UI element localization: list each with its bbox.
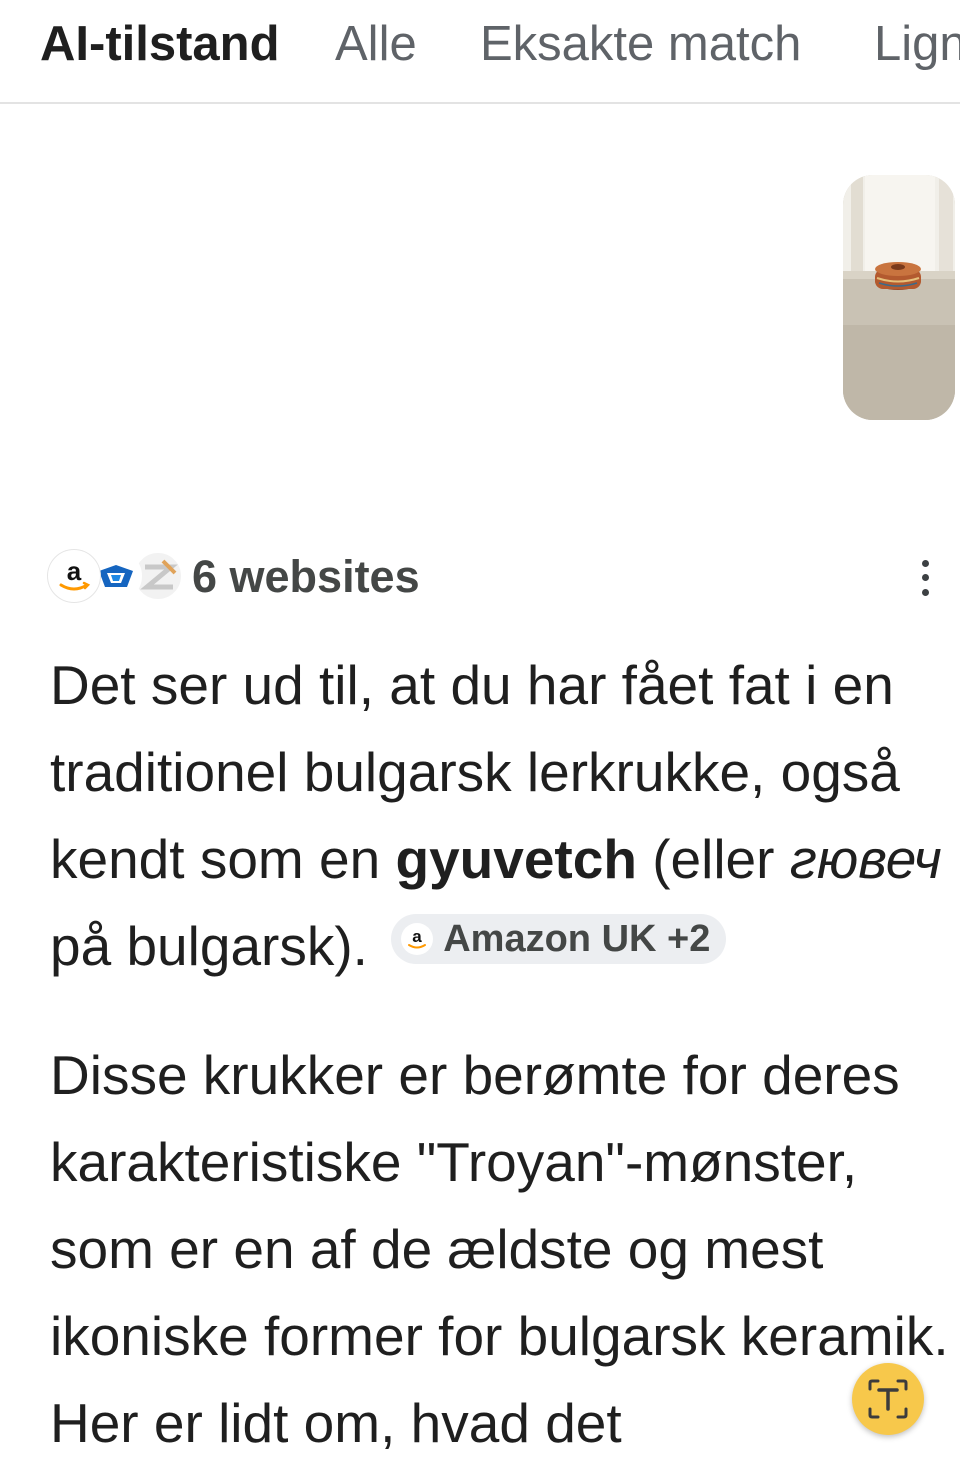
translate-button[interactable] [852,1363,924,1435]
citation-label: Amazon UK +2 [443,918,711,960]
tab-all[interactable]: Alle [335,14,417,74]
answer-paragraph-1: Det ser ud til, at du har fået fat i en … [50,642,955,990]
tab-ai-mode[interactable]: AI-tilstand [40,14,280,74]
amazon-icon: a [401,923,434,955]
tab-exact-match[interactable]: Eksakte match [480,14,801,74]
search-mode-tabs: AI-tilstand Alle Eksakte match Lign [0,0,960,104]
translate-icon [868,1379,908,1419]
sources-row[interactable]: a 6 websites [48,548,940,608]
tab-similar[interactable]: Lign [874,14,960,74]
amazon-icon: a [48,550,100,602]
sources-count: 6 websites [192,551,420,602]
svg-text:a: a [67,556,82,586]
citation-chip[interactable]: a Amazon UK +2 [391,914,727,964]
more-options-icon[interactable] [910,556,940,600]
page: AI-tilstand Alle Eksakte match Lign a 6 … [0,0,960,1469]
svg-text:a: a [413,927,423,946]
query-image-thumbnail[interactable] [843,175,955,420]
pot-on-floor-photo [843,175,955,420]
answer-bold-term: gyuvetch [395,828,637,890]
answer-text: (eller [636,828,790,890]
answer-text: på bulgarsk). [50,915,368,977]
answer-italic-term: гювеч [789,828,942,890]
answer-paragraph-2: Disse krukker er berømte for deres karak… [50,1044,949,1454]
